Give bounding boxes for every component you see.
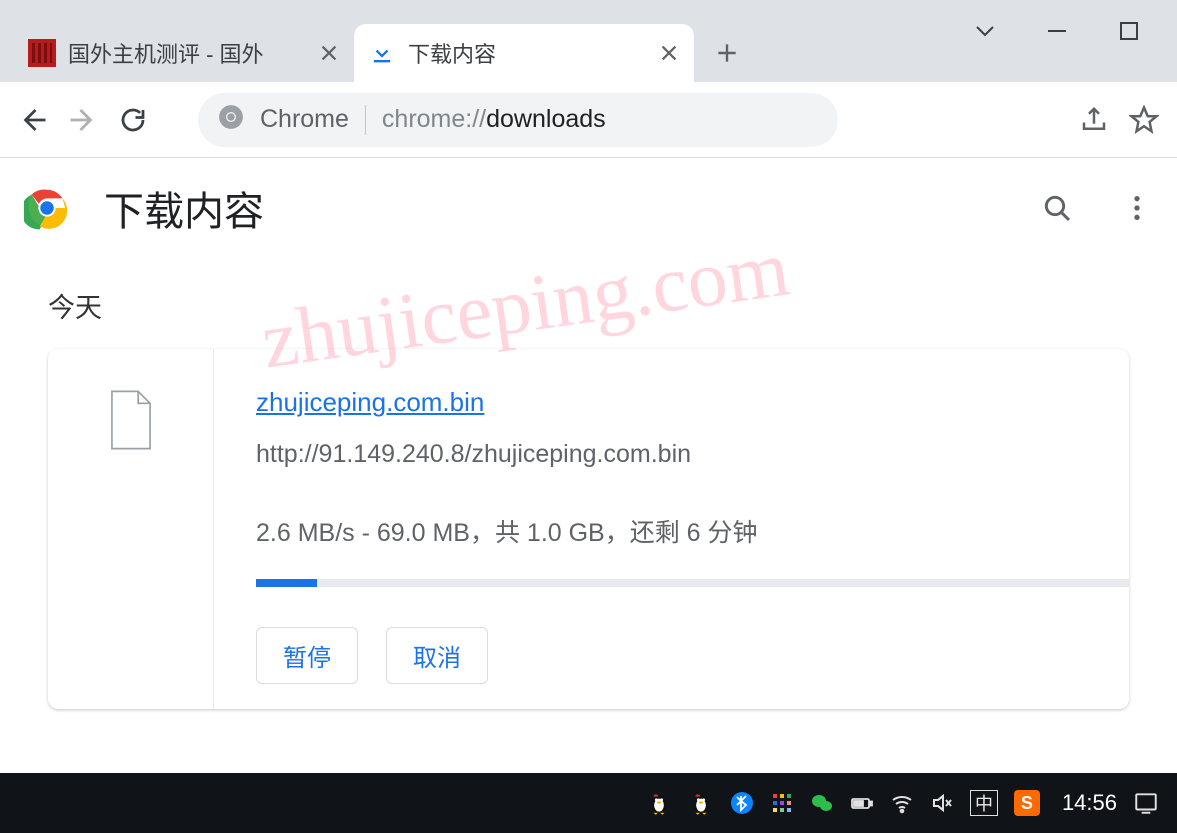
tab-favicon-red-icon	[28, 39, 56, 67]
download-progress-text: 2.6 MB/s - 69.0 MB，共 1.0 GB，还剩 6 分钟	[256, 513, 1129, 549]
page-title: 下载内容	[104, 179, 264, 237]
address-bar[interactable]: Chrome chrome://downloads	[198, 93, 838, 147]
cancel-button[interactable]: 取消	[386, 627, 488, 684]
download-url: http://91.149.240.8/zhujiceping.com.bin	[256, 440, 1129, 469]
bluetooth-icon[interactable]	[730, 791, 754, 815]
download-file-thumb	[48, 349, 214, 709]
chevron-down-icon[interactable]	[973, 19, 997, 43]
new-tab-button[interactable]	[702, 28, 752, 78]
taskbar-clock[interactable]: 14:56	[1062, 790, 1117, 816]
tab-close-icon[interactable]	[658, 42, 680, 64]
browser-tab-inactive[interactable]: 国外主机测评 - 国外	[14, 24, 354, 82]
pause-button[interactable]: 暂停	[256, 627, 358, 684]
qq-penguin-icon[interactable]	[688, 790, 714, 816]
downloads-header: 下载内容	[0, 158, 1177, 258]
battery-icon[interactable]	[850, 791, 874, 815]
omnibox-label: Chrome	[260, 105, 349, 134]
file-icon	[107, 389, 155, 451]
more-vert-icon[interactable]	[1121, 192, 1153, 224]
separator	[365, 105, 366, 135]
maximize-icon[interactable]	[1117, 19, 1141, 43]
browser-tabstrip: 国外主机测评 - 国外 下载内容	[0, 0, 1177, 82]
window-controls	[973, 0, 1177, 62]
tab-title: 下载内容	[408, 37, 646, 69]
share-icon[interactable]	[1079, 105, 1109, 135]
reload-button[interactable]	[118, 105, 148, 135]
forward-button[interactable]	[68, 105, 98, 135]
qq-penguin-icon[interactable]	[646, 790, 672, 816]
notifications-icon[interactable]	[1133, 790, 1159, 816]
download-card: zhujiceping.com.bin http://91.149.240.8/…	[48, 349, 1129, 709]
section-today-label: 今天	[0, 258, 1177, 349]
omnibox-url: chrome://downloads	[382, 105, 606, 134]
back-button[interactable]	[18, 105, 48, 135]
chrome-logo-icon	[24, 185, 70, 231]
tab-close-icon[interactable]	[318, 42, 340, 64]
system-tray: 中 S 14:56	[646, 790, 1159, 816]
tab-title: 国外主机测评 - 国外	[68, 37, 306, 69]
system-taskbar: 中 S 14:56	[0, 773, 1177, 833]
tab-download-icon	[368, 39, 396, 67]
download-filename[interactable]: zhujiceping.com.bin	[256, 387, 1129, 418]
chrome-icon	[218, 104, 244, 135]
search-icon[interactable]	[1041, 192, 1073, 224]
wifi-icon[interactable]	[890, 791, 914, 815]
browser-tab-active[interactable]: 下载内容	[354, 24, 694, 82]
download-progress-bar	[256, 579, 1129, 587]
sogou-ime-icon[interactable]: S	[1014, 790, 1040, 816]
browser-toolbar: Chrome chrome://downloads	[0, 82, 1177, 158]
download-progress-fill	[256, 579, 317, 587]
volume-mute-icon[interactable]	[930, 791, 954, 815]
wechat-icon[interactable]	[810, 791, 834, 815]
minimize-icon[interactable]	[1045, 19, 1069, 43]
bookmark-star-icon[interactable]	[1129, 105, 1159, 135]
ime-indicator[interactable]: 中	[970, 790, 998, 816]
color-grid-icon[interactable]	[770, 791, 794, 815]
